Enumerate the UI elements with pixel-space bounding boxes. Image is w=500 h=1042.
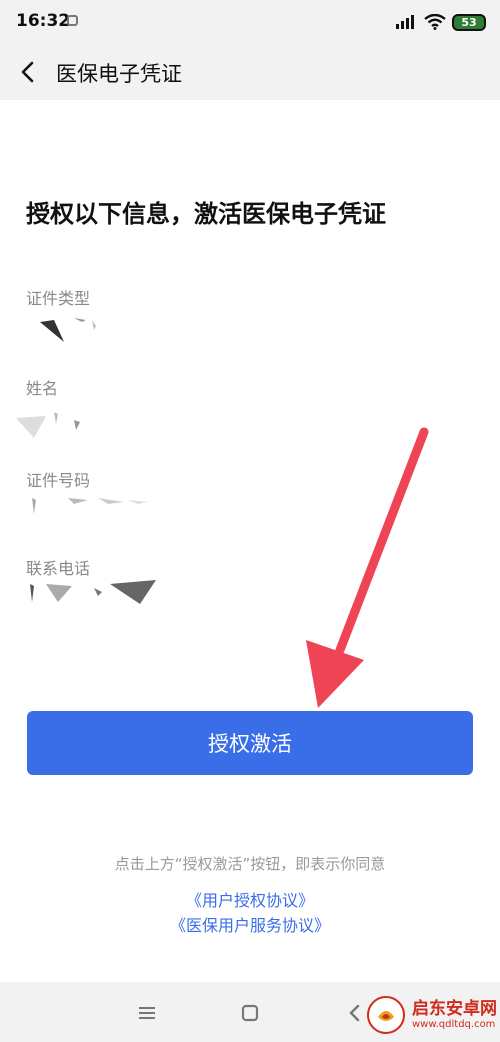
menu-icon[interactable] <box>136 1002 158 1024</box>
masked-value-name <box>16 412 80 438</box>
site-watermark: 启东安卓网 www.qdltdq.com <box>366 990 498 1040</box>
page-title: 医保电子凭证 <box>56 62 182 86</box>
medical-insurance-service-agreement-link[interactable]: 《医保用户服务协议》 <box>0 912 500 936</box>
masked-value-phone <box>30 580 156 604</box>
annotation-arrow <box>306 427 429 708</box>
masked-value-id-type <box>40 318 96 344</box>
signal-icon <box>396 15 414 29</box>
app-bar: 医保电子凭证 <box>0 44 500 100</box>
authorize-activate-label: 授权激活 <box>208 732 292 756</box>
status-bar: 16:32 53 <box>0 0 500 44</box>
back-triangle-icon[interactable] <box>344 1002 366 1024</box>
watermark-title: 启东安卓网 <box>412 999 497 1019</box>
masked-value-id-number <box>32 498 148 514</box>
user-authorization-agreement-link[interactable]: 《用户授权协议》 <box>0 887 500 911</box>
status-icons: 53 <box>396 10 486 34</box>
field-label-id-number: 证件号码 <box>26 471 91 490</box>
authorize-activate-button[interactable]: 授权激活 <box>27 711 473 775</box>
headline: 授权以下信息，激活医保电子凭证 <box>26 200 386 228</box>
battery-icon: 53 <box>452 13 486 31</box>
wifi-icon <box>424 14 446 30</box>
watermark-url: www.qdltdq.com <box>412 1019 496 1030</box>
battery-level: 53 <box>461 15 477 29</box>
chevron-left-icon[interactable] <box>14 58 42 86</box>
status-time: 16:32 <box>16 11 71 31</box>
site-logo-icon <box>367 996 405 1034</box>
notification-icon <box>67 15 78 26</box>
consent-notice: 点击上方“授权激活”按钮，即表示你同意 <box>114 855 386 873</box>
field-label-id-type: 证件类型 <box>26 289 91 308</box>
square-home-icon[interactable] <box>239 1002 261 1024</box>
field-label-name: 姓名 <box>26 379 59 398</box>
